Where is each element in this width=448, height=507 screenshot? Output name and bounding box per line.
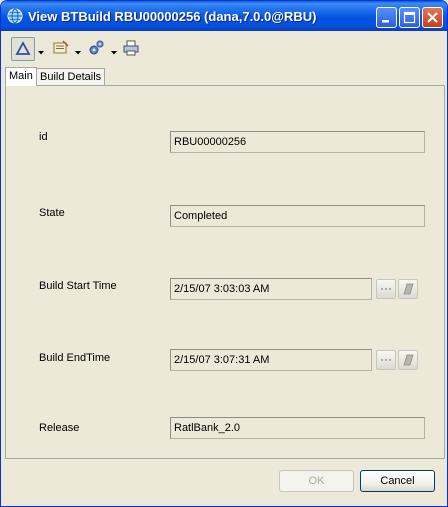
tab-main-label: Main bbox=[9, 70, 33, 82]
state-field[interactable]: Completed bbox=[170, 205, 425, 227]
release-field[interactable]: RatlBank_2.0 bbox=[170, 417, 425, 439]
build-end-time-field[interactable]: 2/15/07 3:07:31 AM bbox=[170, 349, 372, 371]
state-value: Completed bbox=[174, 210, 228, 222]
delta-button[interactable] bbox=[11, 37, 35, 61]
build-start-time-field[interactable]: 2/15/07 3:03:03 AM bbox=[170, 278, 372, 300]
build-end-time-label: Build EndTime bbox=[39, 352, 111, 364]
gears-button[interactable] bbox=[85, 37, 107, 61]
build-start-time-value: 2/15/07 3:03:03 AM bbox=[174, 283, 270, 295]
printer-icon bbox=[123, 40, 139, 56]
build-end-time-clear-button[interactable] bbox=[398, 350, 418, 370]
minimize-icon bbox=[382, 20, 389, 23]
id-label: id bbox=[39, 131, 48, 143]
toolbar bbox=[5, 35, 445, 65]
minimize-button[interactable] bbox=[376, 7, 397, 28]
build-end-time-browse-button[interactable] bbox=[376, 350, 396, 370]
id-field[interactable]: RBU00000256 bbox=[170, 131, 425, 153]
build-end-time-value: 2/15/07 3:07:31 AM bbox=[174, 354, 270, 366]
globe-icon bbox=[7, 8, 23, 24]
state-label: State bbox=[39, 207, 65, 219]
chevron-down-icon[interactable] bbox=[75, 46, 81, 58]
build-start-time-browse-button[interactable] bbox=[376, 279, 396, 299]
gears-icon bbox=[89, 40, 104, 55]
delta-icon bbox=[15, 41, 31, 55]
view-btbuild-window: View BTBuild RBU00000256 (dana,7.0.0@RBU… bbox=[0, 0, 448, 507]
maximize-button[interactable] bbox=[399, 7, 420, 28]
ok-button[interactable]: OK bbox=[279, 470, 354, 492]
ellipsis-icon bbox=[381, 288, 391, 290]
tab-build-details-label: Build Details bbox=[40, 71, 102, 83]
release-label: Release bbox=[39, 422, 80, 434]
eraser-icon bbox=[403, 354, 414, 366]
chevron-down-icon[interactable] bbox=[38, 46, 44, 58]
main-panel: id RBU00000256 State Completed Build Sta… bbox=[5, 85, 445, 459]
tab-build-details[interactable]: Build Details bbox=[36, 68, 106, 85]
build-start-time-label: Build Start Time bbox=[39, 280, 117, 292]
chevron-down-icon[interactable] bbox=[111, 46, 117, 58]
close-icon bbox=[427, 12, 438, 23]
print-button[interactable] bbox=[120, 37, 142, 61]
title-bar[interactable]: View BTBuild RBU00000256 (dana,7.0.0@RBU… bbox=[1, 1, 447, 31]
close-button[interactable] bbox=[422, 7, 443, 28]
eraser-icon bbox=[403, 283, 414, 295]
tab-main[interactable]: Main bbox=[5, 67, 37, 86]
maximize-icon bbox=[403, 11, 416, 24]
build-start-time-clear-button[interactable] bbox=[398, 279, 418, 299]
cancel-button[interactable]: Cancel bbox=[360, 470, 435, 492]
notes-icon bbox=[53, 40, 69, 54]
ellipsis-icon bbox=[381, 359, 391, 361]
id-value: RBU00000256 bbox=[174, 136, 247, 148]
window-title: View BTBuild RBU00000256 (dana,7.0.0@RBU… bbox=[28, 9, 317, 24]
notes-button[interactable] bbox=[50, 37, 72, 61]
tab-bar: Main Build Details bbox=[5, 67, 445, 86]
release-value: RatlBank_2.0 bbox=[174, 422, 241, 434]
